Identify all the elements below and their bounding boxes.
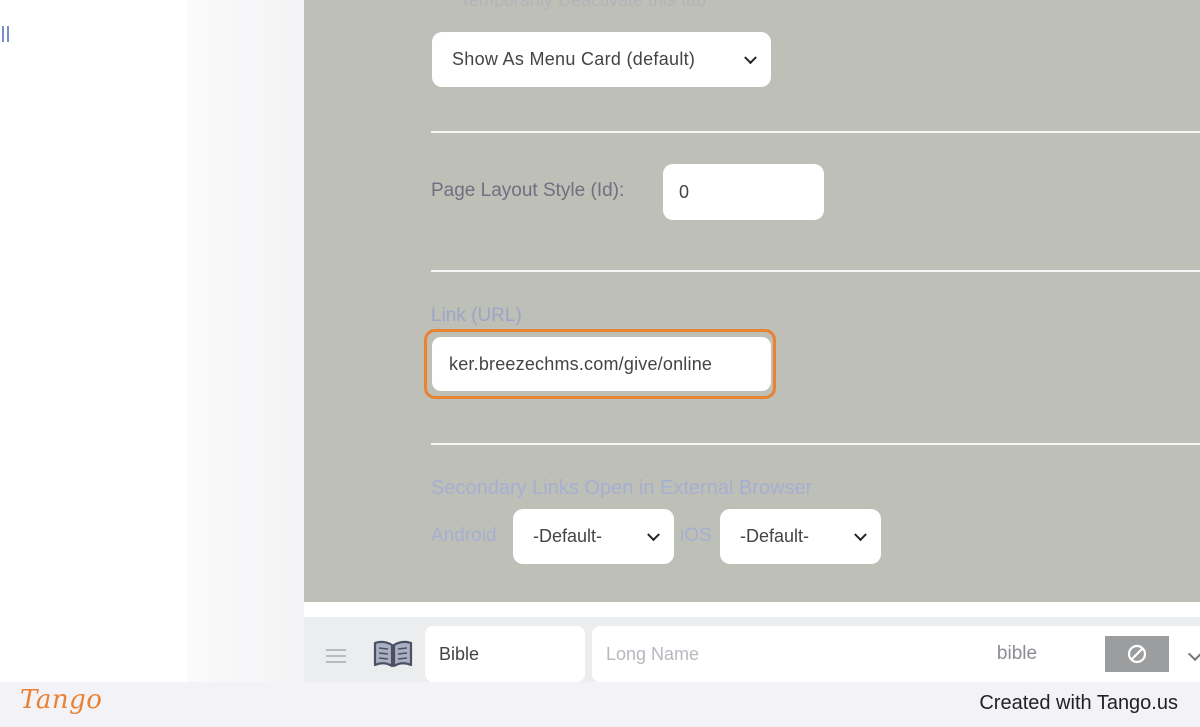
deactivate-tab-label: Temporarily Deactivate this tab [460,0,707,10]
section-divider [431,443,1200,445]
panel-gap [304,602,1200,617]
drag-handle-icon[interactable] [326,649,346,667]
link-url-input[interactable]: ker.breezechms.com/give/online [432,337,771,391]
section-divider [431,270,1200,272]
block-icon [1127,644,1147,664]
chevron-down-icon [647,527,660,541]
ios-browser-select[interactable]: -Default- [720,509,881,564]
content-gutter [187,0,304,682]
disable-tab-button[interactable] [1105,636,1169,672]
long-name-placeholder: Long Name [606,643,700,664]
link-url-value: ker.breezechms.com/give/online [449,353,713,374]
footer-credit: Created with Tango.us [979,692,1178,714]
sidebar-toggle-icon[interactable] [2,26,11,42]
secondary-links-label: Secondary Links Open in External Browser [431,477,813,499]
chevron-down-icon [854,527,867,541]
android-label: Android [431,525,497,546]
slug-value: bible [996,643,1038,664]
page-layout-style-label: Page Layout Style (Id): [431,180,625,201]
chevron-down-icon [744,50,757,64]
tango-logo: Tango [20,685,103,715]
android-browser-value: -Default- [533,526,603,546]
display-style-select[interactable]: Show As Menu Card (default) [432,32,771,87]
left-sidebar [0,0,187,682]
section-divider [431,131,1200,133]
tab-row: Bible Long Name bible [304,617,1200,682]
ios-browser-value: -Default- [740,526,810,546]
book-open-icon [372,639,414,669]
tango-footer: Tango Created with Tango.us [0,682,1200,727]
android-browser-select[interactable]: -Default- [513,509,674,564]
display-style-value: Show As Menu Card (default) [452,49,696,69]
link-url-label: Link (URL) [431,305,522,326]
short-name-input[interactable]: Bible [425,626,585,682]
slug-field[interactable]: bible [936,634,1098,674]
short-name-value: Bible [439,643,480,664]
ios-label: iOS [680,525,712,546]
page-layout-style-value: 0 [679,181,690,202]
page-layout-style-input[interactable]: 0 [663,164,824,220]
